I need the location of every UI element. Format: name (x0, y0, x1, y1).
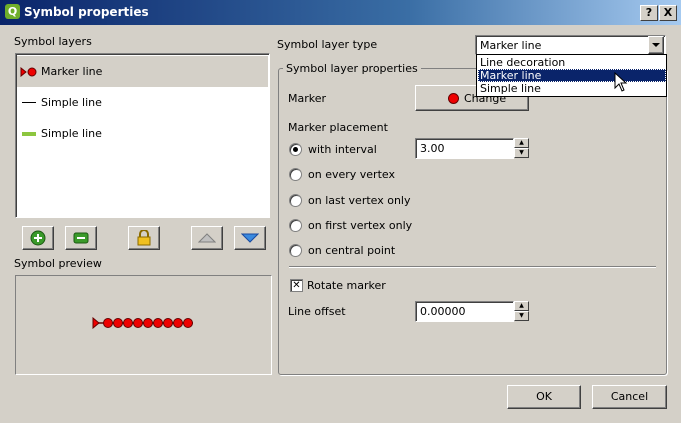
lock-icon (137, 230, 151, 246)
help-button[interactable]: ? (640, 5, 658, 21)
layer-row-simple-line-green[interactable]: Simple line (17, 118, 268, 149)
radio-button-checked[interactable] (289, 143, 302, 156)
checkbox-checked-icon[interactable]: ✕ (290, 279, 303, 292)
spin-down-icon[interactable]: ▼ (514, 148, 529, 158)
simple-line-green-icon (22, 132, 36, 136)
radio-label-central-point: on central point (308, 244, 396, 257)
symbol-layer-type-select[interactable]: Marker line (475, 35, 666, 55)
line-offset-value: 0.00000 (420, 305, 466, 318)
window-title: Symbol properties (24, 5, 149, 19)
group-title: Symbol layer properties (283, 62, 421, 75)
radio-button[interactable] (289, 194, 302, 207)
radio-on-last-vertex[interactable]: on last vertex only (289, 193, 489, 209)
line-offset-spinner[interactable]: ▲ ▼ (514, 301, 529, 321)
title-bar[interactable]: Q Symbol properties ? X (0, 0, 681, 25)
spin-up-icon[interactable]: ▲ (514, 138, 529, 148)
interval-input[interactable]: 3.00 (415, 138, 514, 159)
rotate-marker-label: Rotate marker (307, 279, 386, 292)
move-up-button[interactable] (191, 226, 223, 250)
line-offset-input[interactable]: 0.00000 (415, 301, 514, 322)
radio-label-every-vertex: on every vertex (308, 168, 395, 181)
layer-label-simple-line-1: Simple line (41, 96, 102, 109)
radio-button[interactable] (289, 168, 302, 181)
symbol-layers-list[interactable]: Marker line Simple line Simple line (15, 53, 270, 218)
simple-line-black-icon (22, 102, 36, 103)
radio-button[interactable] (289, 219, 302, 232)
symbol-preview-area (15, 275, 272, 375)
symbol-preview-label: Symbol preview (14, 257, 102, 270)
marker-placement-label: Marker placement (288, 121, 388, 134)
radio-on-first-vertex[interactable]: on first vertex only (289, 218, 489, 234)
layer-row-marker-line[interactable]: Marker line (17, 56, 268, 87)
radio-label-first-vertex: on first vertex only (308, 219, 413, 232)
interval-value: 3.00 (420, 142, 445, 155)
marker-label: Marker (288, 92, 327, 105)
marker-swatch-icon (448, 93, 459, 104)
chevron-down-icon (652, 43, 660, 47)
symbol-layer-type-value: Marker line (480, 39, 542, 52)
line-offset-label: Line offset (288, 305, 346, 318)
layer-row-simple-line-black[interactable]: Simple line (17, 87, 268, 118)
divider (289, 266, 656, 267)
radio-label-with-interval: with interval (308, 143, 377, 156)
plus-icon (30, 230, 46, 246)
interval-spinner[interactable]: ▲ ▼ (514, 138, 529, 158)
move-down-button[interactable] (234, 226, 266, 250)
marker-line-preview (92, 317, 193, 329)
symbol-layers-label: Symbol layers (14, 35, 92, 48)
lock-layer-button[interactable] (128, 226, 160, 250)
marker-line-icon (20, 67, 37, 77)
spin-up-icon[interactable]: ▲ (514, 301, 529, 311)
ok-button[interactable]: OK (507, 385, 581, 409)
spin-down-icon[interactable]: ▼ (514, 311, 529, 321)
radio-on-central-point[interactable]: on central point (289, 243, 489, 259)
layer-label-marker-line: Marker line (41, 65, 103, 78)
radio-label-last-vertex: on last vertex only (308, 194, 411, 207)
arrow-down-icon (241, 233, 259, 243)
rotate-marker-checkbox[interactable]: ✕ Rotate marker (290, 278, 410, 294)
remove-layer-button[interactable] (65, 226, 97, 250)
add-layer-button[interactable] (22, 226, 54, 250)
dropdown-option-line-decoration[interactable]: Line decoration (478, 56, 666, 69)
minus-icon (73, 232, 89, 244)
symbol-layer-type-label: Symbol layer type (277, 38, 378, 51)
arrow-up-icon (198, 233, 216, 243)
radio-button[interactable] (289, 244, 302, 257)
qgis-logo-icon: Q (5, 4, 20, 19)
close-button[interactable]: X (659, 5, 677, 21)
cancel-button[interactable]: Cancel (592, 385, 667, 409)
symbol-layer-type-dropdown-list[interactable]: Line decoration Marker line Simple line (476, 54, 667, 97)
radio-on-every-vertex[interactable]: on every vertex (289, 167, 489, 183)
dropdown-option-marker-line[interactable]: Marker line (478, 69, 666, 82)
dropdown-option-simple-line[interactable]: Simple line (478, 82, 666, 95)
mouse-cursor-icon (614, 72, 628, 92)
layer-label-simple-line-2: Simple line (41, 127, 102, 140)
dropdown-arrow-button[interactable] (648, 36, 664, 54)
